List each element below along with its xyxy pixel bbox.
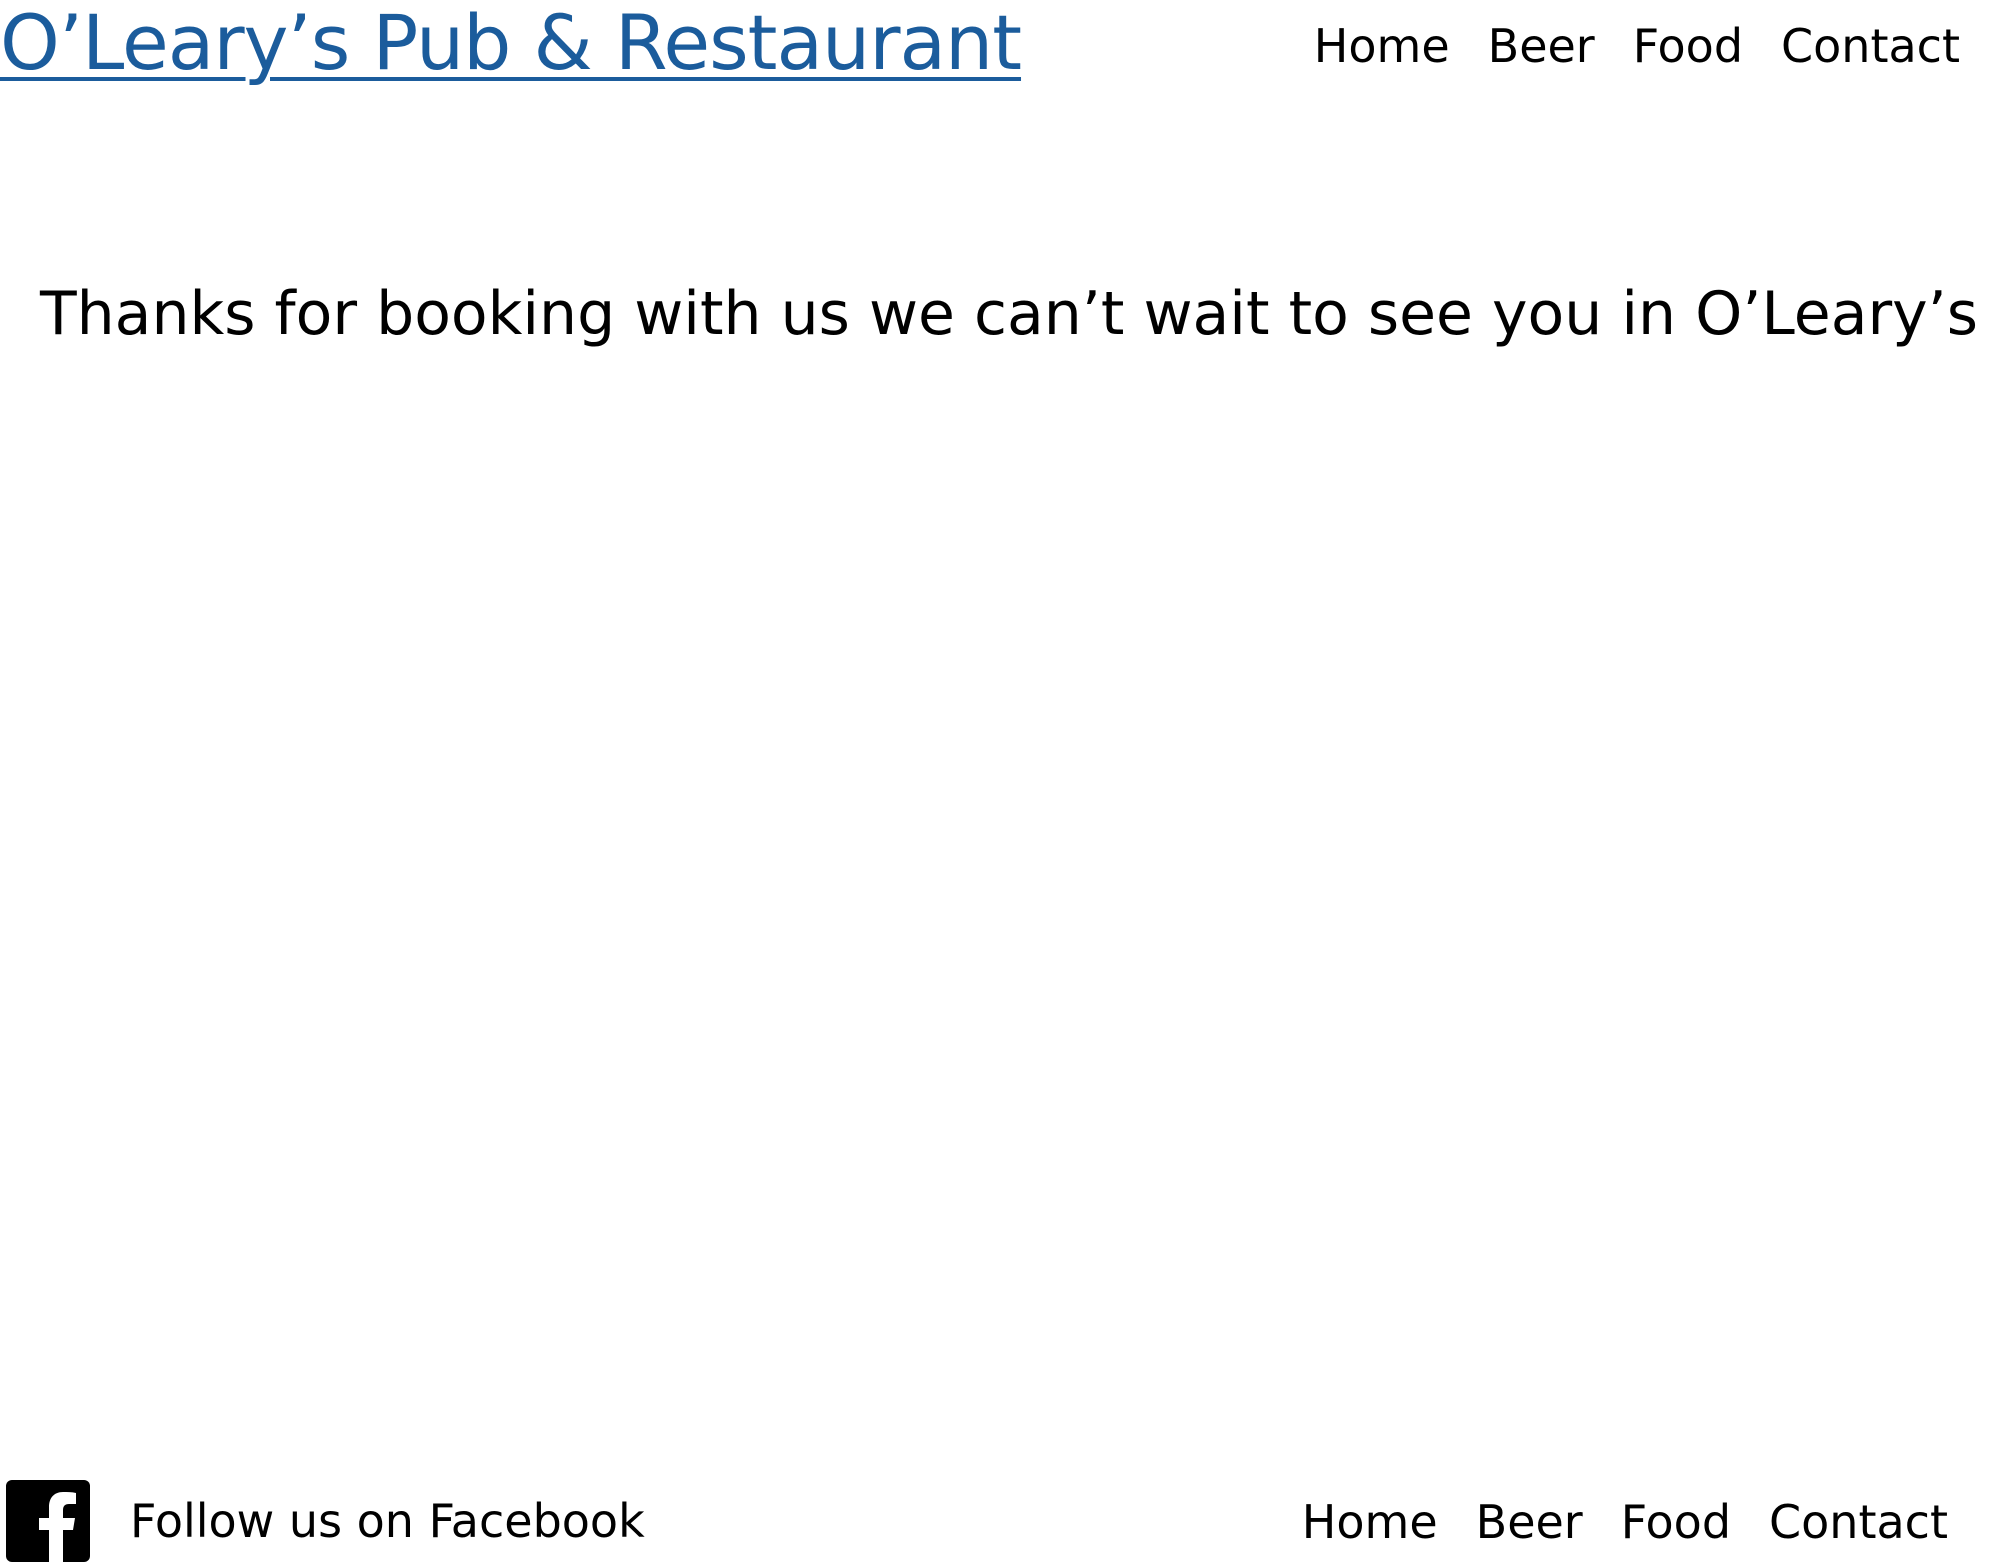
footer-nav-beer-link[interactable]: Beer: [1476, 1494, 1583, 1550]
nav-contact-link[interactable]: Contact: [1781, 18, 1960, 74]
facebook-icon: [6, 1480, 90, 1562]
footer-nav-food-link[interactable]: Food: [1621, 1494, 1731, 1550]
main-content: Thanks for booking with us we can’t wait…: [40, 278, 1978, 350]
facebook-link[interactable]: Follow us on Facebook: [6, 1480, 645, 1562]
footer-nav-contact-link[interactable]: Contact: [1769, 1494, 1948, 1550]
nav-food-link[interactable]: Food: [1633, 18, 1743, 74]
footer-nav-home-link[interactable]: Home: [1302, 1494, 1438, 1550]
site-footer: Follow us on Facebook Home Beer Food Con…: [0, 1480, 1992, 1562]
footer-nav: Home Beer Food Contact: [1302, 1494, 1948, 1550]
primary-nav: Home Beer Food Contact: [1314, 18, 1960, 74]
nav-beer-link[interactable]: Beer: [1488, 18, 1595, 74]
nav-home-link[interactable]: Home: [1314, 18, 1450, 74]
site-header: O’Leary’s Pub & Restaurant Home Beer Foo…: [0, 0, 1992, 100]
facebook-label: Follow us on Facebook: [130, 1494, 645, 1548]
site-title-link[interactable]: O’Leary’s Pub & Restaurant: [0, 0, 1022, 86]
booking-confirmation-message: Thanks for booking with us we can’t wait…: [40, 279, 1978, 349]
